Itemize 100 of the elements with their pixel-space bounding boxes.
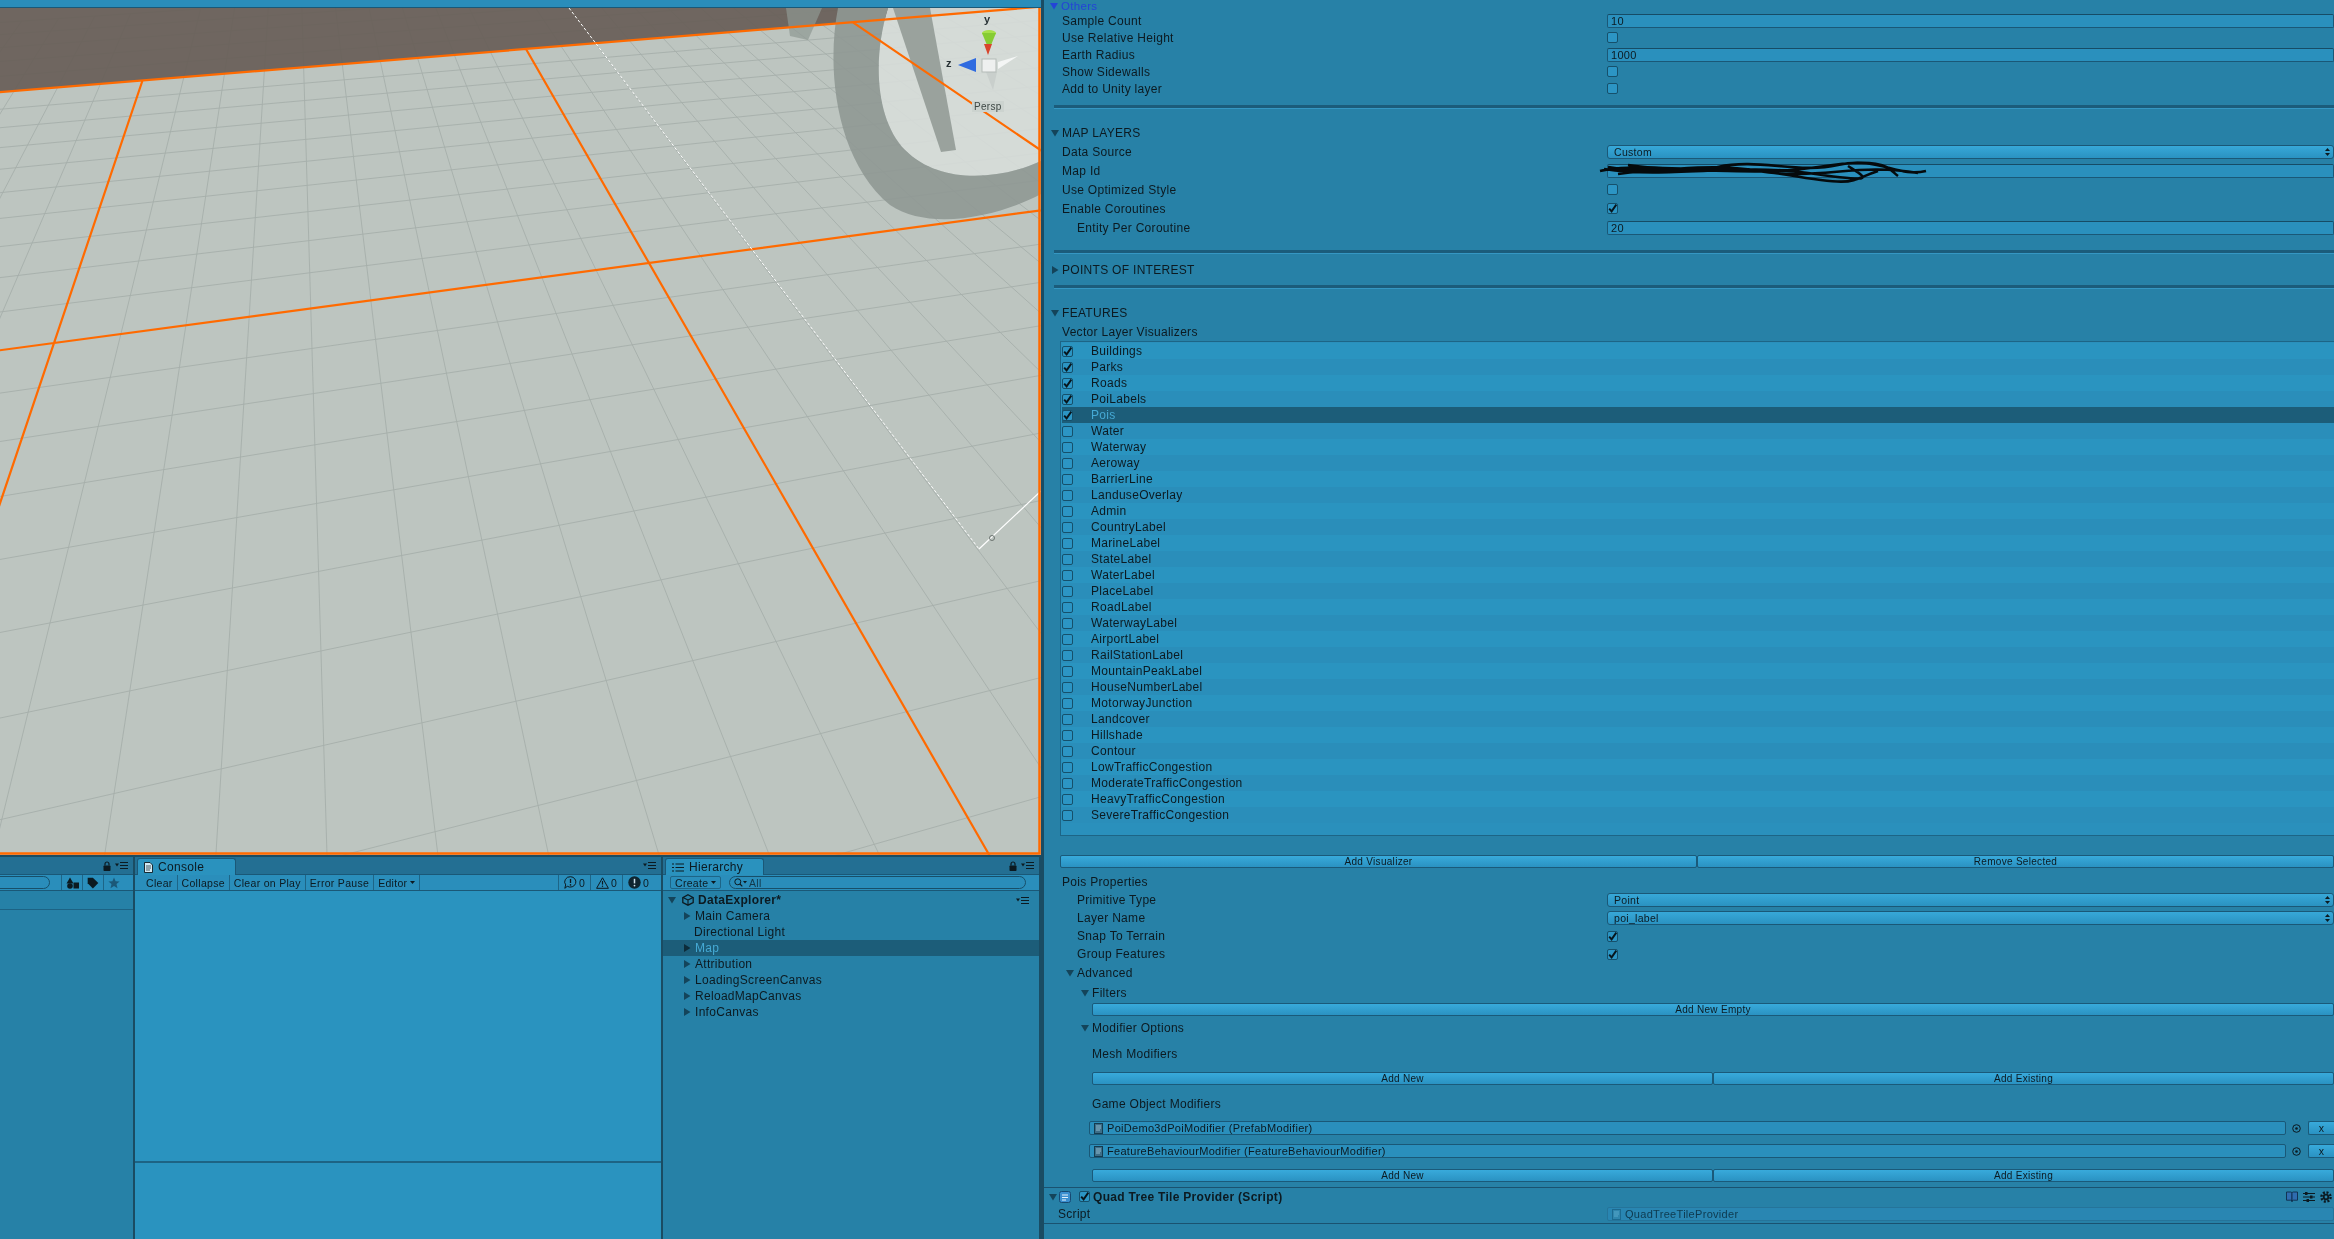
checkbox[interactable] [1079, 1191, 1090, 1202]
caret-icon[interactable] [1066, 969, 1074, 977]
list-item[interactable]: AirportLabel [1062, 631, 2334, 647]
menu-icon[interactable] [643, 862, 656, 869]
checkbox[interactable] [1062, 393, 1073, 405]
number-field[interactable]: 10 [1607, 13, 2334, 28]
list-item[interactable]: Roads [1062, 375, 2334, 391]
checkbox[interactable] [1607, 66, 1618, 77]
number-field[interactable]: 20 [1607, 220, 2334, 235]
tree-item[interactable]: Main Camera [663, 908, 1039, 924]
checkbox[interactable] [1062, 745, 1073, 757]
checkbox[interactable] [1062, 457, 1073, 469]
axis-gizmo-icon[interactable] [957, 29, 1019, 91]
remove-button[interactable]: x [2308, 1144, 2334, 1158]
checkbox[interactable] [1062, 617, 1073, 629]
caret-icon[interactable] [668, 896, 676, 904]
caret-icon[interactable] [1081, 989, 1089, 997]
caret-icon[interactable] [683, 912, 691, 920]
checkbox[interactable] [1062, 537, 1073, 549]
checkbox[interactable] [1062, 793, 1073, 805]
list-item[interactable]: HeavyTrafficCongestion [1062, 791, 2334, 807]
checkbox[interactable] [1062, 505, 1073, 517]
caret-icon[interactable] [1050, 2, 1058, 10]
tree-item[interactable]: Attribution [663, 956, 1039, 972]
list-item[interactable]: RoadLabel [1062, 599, 2334, 615]
tree-item[interactable]: ReloadMapCanvas [663, 988, 1039, 1004]
list-item[interactable]: Admin [1062, 503, 2334, 519]
checkbox[interactable] [1062, 601, 1073, 613]
foldout-title[interactable]: Advanced [1077, 966, 1133, 980]
checkbox[interactable] [1062, 425, 1073, 437]
checkbox[interactable] [1062, 489, 1073, 501]
tree-item[interactable]: DataExplorer* [663, 892, 1039, 908]
checkbox[interactable] [1062, 441, 1073, 453]
section-title[interactable]: MAP LAYERS [1062, 126, 1141, 140]
checkbox[interactable] [1607, 184, 1618, 195]
list-item[interactable]: BarrierLine [1062, 471, 2334, 487]
checkbox[interactable] [1062, 521, 1073, 533]
book-icon[interactable] [2286, 1191, 2298, 1202]
object-field[interactable]: FeatureBehaviourModifier (FeatureBehaviourModifier) [1089, 1144, 2286, 1158]
section-title[interactable]: FEATURES [1062, 306, 1128, 320]
tree-item[interactable]: Directional Light [663, 924, 1039, 940]
caret-icon[interactable] [1051, 309, 1059, 317]
toolbar-button[interactable]: Collapse [177, 875, 230, 890]
checkbox[interactable] [1062, 409, 1073, 421]
checkbox[interactable] [1062, 569, 1073, 581]
shapes-icon[interactable] [65, 876, 79, 889]
button[interactable]: Add Existing [1713, 1169, 2334, 1182]
dropdown-button[interactable]: Create [670, 876, 721, 889]
star-icon[interactable] [108, 876, 120, 889]
checkbox[interactable] [1607, 948, 1618, 960]
checkbox[interactable] [1062, 649, 1073, 661]
checkbox[interactable] [1062, 361, 1073, 373]
list-item[interactable]: MarineLabel [1062, 535, 2334, 551]
list-item[interactable]: LowTrafficCongestion [1062, 759, 2334, 775]
checkbox[interactable] [1062, 473, 1073, 485]
checkbox[interactable] [1062, 809, 1073, 821]
checkbox[interactable] [1607, 32, 1618, 43]
sliders-icon[interactable] [2303, 1190, 2315, 1203]
menu-icon[interactable] [115, 862, 128, 869]
foldout-title[interactable]: Filters [1092, 986, 1127, 1000]
toolbar-button[interactable]: Clear [142, 875, 178, 890]
list-item[interactable]: Pois [1062, 407, 2334, 423]
checkbox[interactable] [1607, 83, 1618, 94]
list-item[interactable]: MotorwayJunction [1062, 695, 2334, 711]
number-field[interactable]: 1000 [1607, 47, 2334, 62]
checkbox[interactable] [1062, 729, 1073, 741]
tree-item[interactable]: Map [663, 940, 1039, 956]
search-field[interactable]: All [729, 876, 1026, 889]
list-item[interactable]: WaterLabel [1062, 567, 2334, 583]
tab[interactable]: Console [137, 858, 236, 875]
checkbox[interactable] [1062, 665, 1073, 677]
tree-item[interactable]: InfoCanvas [663, 1004, 1039, 1020]
toolbar-button[interactable]: Clear on Play [229, 875, 306, 890]
checkbox[interactable] [1062, 633, 1073, 645]
menu-icon[interactable] [1016, 896, 1029, 904]
button[interactable]: Add Visualizer [1060, 855, 1697, 868]
checkbox[interactable] [1062, 345, 1073, 357]
projection-label[interactable]: Persp [972, 101, 1004, 112]
checkbox[interactable] [1062, 697, 1073, 709]
button[interactable]: Remove Selected [1697, 855, 2334, 868]
checkbox[interactable] [1062, 713, 1073, 725]
button[interactable]: Add New [1092, 1169, 1713, 1182]
dropdown[interactable]: Custom [1607, 144, 2334, 159]
list-item[interactable]: Buildings [1062, 343, 2334, 359]
info-count-button[interactable]: 0 [558, 875, 590, 890]
caret-icon[interactable] [1049, 1192, 1057, 1201]
checkbox[interactable] [1607, 930, 1618, 942]
button[interactable]: Add New [1092, 1072, 1713, 1085]
tab[interactable]: Hierarchy [665, 858, 764, 875]
menu-icon[interactable] [1021, 862, 1034, 869]
remove-button[interactable]: x [2308, 1121, 2334, 1135]
button[interactable]: Add New Empty [1092, 1003, 2334, 1016]
checkbox[interactable] [1062, 761, 1073, 773]
lock-icon[interactable] [1009, 860, 1017, 871]
foldout-title[interactable]: Modifier Options [1092, 1021, 1185, 1035]
dropdown-button[interactable]: Editor [374, 875, 421, 890]
checkbox[interactable] [1062, 377, 1073, 389]
button[interactable]: Add Existing [1713, 1072, 2334, 1085]
lock-icon[interactable] [103, 860, 111, 871]
caret-icon[interactable] [1051, 266, 1059, 274]
